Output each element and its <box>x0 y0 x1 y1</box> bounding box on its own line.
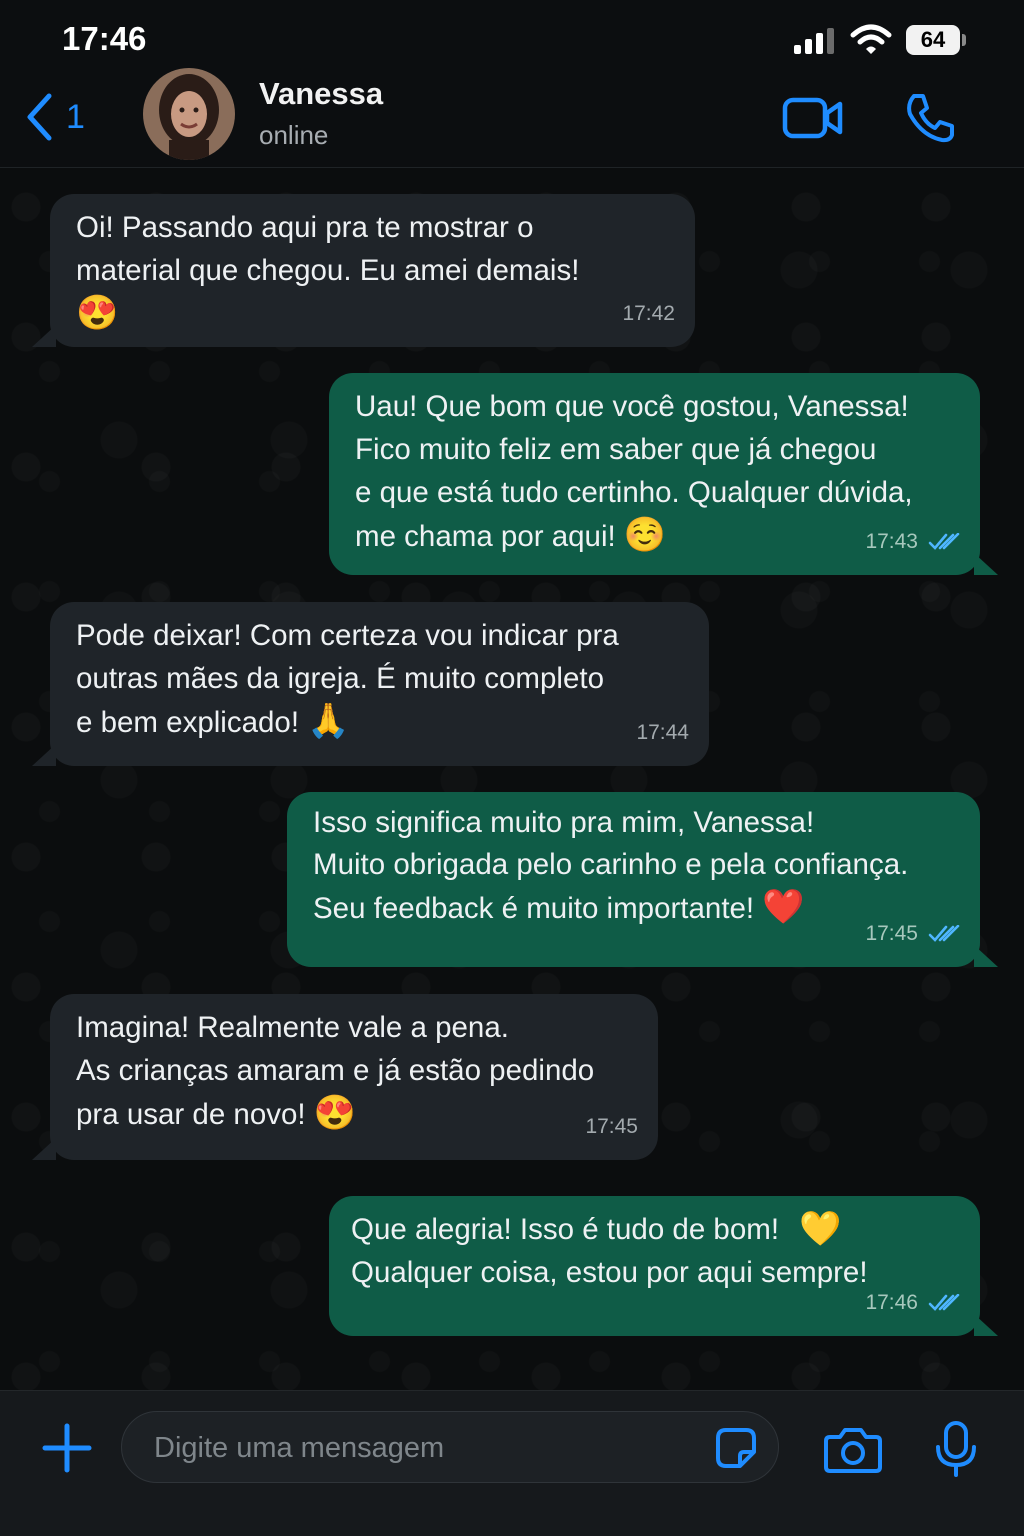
message-meta: 17:45 <box>585 1105 638 1148</box>
bubble-tail <box>32 1138 56 1160</box>
bubble-tail <box>974 1314 998 1336</box>
message-text: Isso significa muito pra mim, Vanessa! M… <box>313 806 909 926</box>
message-meta: 17:43 <box>865 520 960 563</box>
message-text: Que alegria! Isso é tudo de bom! Qualque… <box>351 1213 868 1289</box>
back-button[interactable]: 1 <box>24 90 85 144</box>
message-text: Oi! Passando aqui pra te mostrar o mater… <box>76 211 580 332</box>
contact-name[interactable]: Vanessa <box>259 76 383 112</box>
bubble-tail <box>974 553 998 575</box>
message-input[interactable] <box>152 1426 696 1470</box>
message-bubble-incoming[interactable]: Pode deixar! Com certeza vou indicar pra… <box>32 602 709 766</box>
camera-icon[interactable] <box>824 1427 882 1473</box>
message-bubble-outgoing[interactable]: Isso significa muito pra mim, Vanessa! M… <box>287 792 998 967</box>
message-bubble-outgoing[interactable]: Que alegria! Isso é tudo de bom! Qualque… <box>329 1196 998 1336</box>
contact-status: online <box>259 120 329 150</box>
message-time: 17:45 <box>585 1115 638 1138</box>
message-meta: 17:42 <box>622 292 675 335</box>
yellow-heart-emoji: 💛 <box>799 1210 842 1248</box>
chat-messages-area[interactable]: Oi! Passando aqui pra te mostrar o mater… <box>0 168 1024 1390</box>
message-input-container[interactable] <box>121 1411 779 1483</box>
heart-eyes-emoji: 😍 <box>313 1094 357 1132</box>
message-text: Uau! Que bom que você gostou, Vanessa! F… <box>355 390 913 554</box>
plus-icon[interactable] <box>42 1423 92 1473</box>
message-time: 17:46 <box>865 1291 918 1314</box>
message-bubble-incoming[interactable]: Imagina! Realmente vale a pena. As crian… <box>32 994 658 1160</box>
battery-level: 64 <box>920 27 946 52</box>
whatsapp-chat-screen: 17:46 64 1 Vanessa online Oi! Passando a… <box>0 0 1024 1536</box>
message-bubble-incoming[interactable]: Oi! Passando aqui pra te mostrar o mater… <box>32 194 695 347</box>
phone-icon[interactable] <box>904 92 956 144</box>
smiling-emoji: ☺️ <box>623 516 667 554</box>
message-text: Imagina! Realmente vale a pena. As crian… <box>76 1011 595 1132</box>
unread-count: 1 <box>66 97 85 136</box>
battery-cap <box>962 34 966 46</box>
microphone-icon[interactable] <box>934 1421 978 1477</box>
chevron-left-icon <box>27 93 52 141</box>
message-time: 17:44 <box>636 721 689 744</box>
message-text: Pode deixar! Com certeza vou indicar pra… <box>76 619 619 740</box>
video-call-icon[interactable] <box>782 96 844 140</box>
message-meta: 17:44 <box>636 711 689 754</box>
heart-eyes-emoji: 😍 <box>76 294 119 332</box>
message-time: 17:43 <box>865 530 918 553</box>
message-bubble-outgoing[interactable]: Uau! Que bom que você gostou, Vanessa! F… <box>329 373 998 575</box>
status-time: 17:46 <box>62 20 147 57</box>
battery-indicator: 64 <box>906 25 960 55</box>
double-check-read-icon <box>928 1293 960 1311</box>
composer-bar <box>0 1390 1024 1536</box>
double-check-read-icon <box>928 924 960 942</box>
bubble-tail <box>974 945 998 967</box>
sticker-icon[interactable] <box>714 1426 758 1470</box>
folded-hands-emoji: 🙏 <box>307 702 350 740</box>
avatar[interactable] <box>143 68 235 160</box>
bubble-tail <box>32 325 56 347</box>
avatar-image <box>143 68 235 160</box>
wifi-icon <box>850 24 892 54</box>
red-heart-emoji: ❤️ <box>762 888 805 926</box>
message-meta: 17:46 <box>865 1281 960 1324</box>
double-check-read-icon <box>928 532 960 550</box>
message-meta: 17:45 <box>865 912 960 955</box>
message-time: 17:45 <box>865 922 918 945</box>
bubble-tail <box>32 744 56 766</box>
cellular-signal-icon <box>794 28 834 54</box>
message-time: 17:42 <box>622 302 675 325</box>
chat-header: 1 Vanessa online <box>0 62 1024 168</box>
